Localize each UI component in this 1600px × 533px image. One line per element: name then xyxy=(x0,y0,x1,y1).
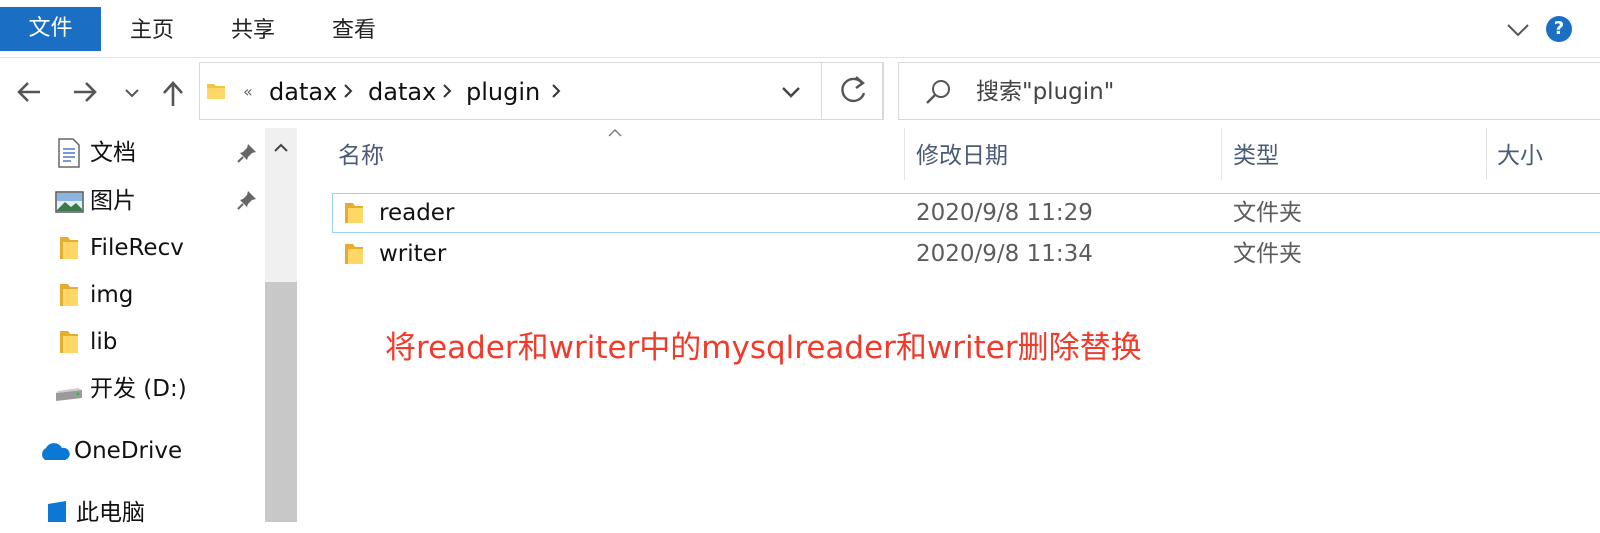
search-icon xyxy=(924,78,952,106)
column-divider[interactable] xyxy=(1221,128,1222,180)
file-type: 文件夹 xyxy=(1233,200,1302,226)
breadcrumb-separator-icon[interactable] xyxy=(549,79,563,103)
tab-file[interactable]: 文件 xyxy=(0,7,101,51)
file-modified: 2020/9/8 11:29 xyxy=(916,200,1093,226)
search-input[interactable]: 搜索"plugin" xyxy=(976,62,1114,120)
file-name[interactable]: writer xyxy=(379,234,446,274)
recent-locations-chevron-icon[interactable] xyxy=(118,74,146,110)
pin-icon[interactable] xyxy=(236,142,258,164)
sidebar-item-onedrive[interactable]: OneDrive xyxy=(74,431,182,471)
column-divider[interactable] xyxy=(1486,128,1487,180)
sidebar-item-lib[interactable]: lib xyxy=(90,322,117,362)
annotation-text: 将reader和writer中的mysqlreader和writer删除替换 xyxy=(385,330,1142,366)
file-modified: 2020/9/8 11:34 xyxy=(916,241,1093,267)
back-arrow-icon[interactable] xyxy=(12,74,46,110)
this-pc-icon xyxy=(46,500,70,522)
breadcrumb-separator-icon[interactable] xyxy=(341,79,355,103)
breadcrumb-datax[interactable]: datax xyxy=(269,62,337,120)
pin-icon[interactable] xyxy=(236,189,258,211)
folder-icon xyxy=(58,329,80,355)
sidebar-item-drive-d[interactable]: 开发 (D:) xyxy=(90,369,187,409)
folder-icon xyxy=(343,201,365,225)
tab-view[interactable]: 查看 xyxy=(314,7,394,51)
breadcrumb-overflow[interactable]: « xyxy=(243,62,253,120)
sidebar-item-documents[interactable]: 文档 xyxy=(90,133,136,173)
address-history-chevron-icon[interactable] xyxy=(778,80,804,104)
sidebar-scrollbar-thumb[interactable] xyxy=(265,282,297,522)
tab-share[interactable]: 共享 xyxy=(213,7,293,51)
sidebar-item-filerecv[interactable]: FileRecv xyxy=(90,228,184,268)
drive-icon xyxy=(54,384,84,404)
onedrive-icon xyxy=(37,440,71,462)
forward-arrow-icon[interactable] xyxy=(68,74,102,110)
sidebar-item-this-pc[interactable]: 此电脑 xyxy=(76,493,145,533)
breadcrumb-datax-2[interactable]: datax xyxy=(368,62,436,120)
sort-ascending-icon xyxy=(605,124,625,138)
refresh-icon xyxy=(841,76,866,103)
column-divider[interactable] xyxy=(904,128,905,180)
breadcrumb-plugin[interactable]: plugin xyxy=(466,62,540,120)
folder-icon xyxy=(58,282,80,308)
up-arrow-icon[interactable] xyxy=(156,74,190,110)
tab-home[interactable]: 主页 xyxy=(112,7,192,51)
help-icon[interactable]: ? xyxy=(1546,16,1572,42)
column-header-size[interactable]: 大小 xyxy=(1497,128,1543,180)
folder-icon xyxy=(58,235,80,261)
file-name[interactable]: reader xyxy=(379,193,454,233)
folder-icon xyxy=(205,80,227,102)
column-header-modified[interactable]: 修改日期 xyxy=(916,128,1008,180)
ribbon-collapse-chevron-icon[interactable] xyxy=(1504,16,1532,44)
pictures-icon xyxy=(55,190,85,214)
sidebar-item-img[interactable]: img xyxy=(90,275,133,315)
refresh-button[interactable] xyxy=(822,62,884,120)
breadcrumb-separator-icon[interactable] xyxy=(440,79,454,103)
column-header-type[interactable]: 类型 xyxy=(1233,128,1279,180)
file-type: 文件夹 xyxy=(1233,241,1302,267)
sidebar-item-pictures[interactable]: 图片 xyxy=(90,181,136,221)
scroll-up-arrow-icon[interactable] xyxy=(270,138,292,158)
document-icon xyxy=(56,137,82,169)
folder-icon xyxy=(343,242,365,266)
column-header-name[interactable]: 名称 xyxy=(338,128,384,180)
